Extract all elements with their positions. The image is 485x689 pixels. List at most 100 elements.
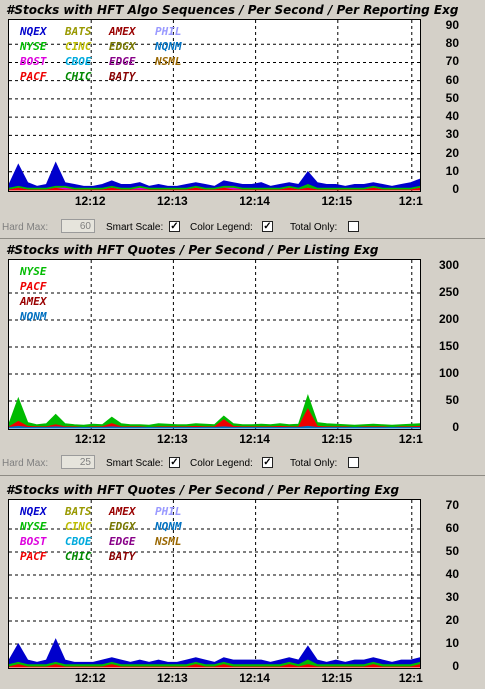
color-legend-checkbox[interactable]: ✓ <box>262 221 273 232</box>
legend-item-bats: BATS <box>65 25 92 38</box>
y-tick-label: 30 <box>445 590 459 604</box>
color-legend-label: Color Legend: <box>190 458 253 469</box>
legend-item-nyse: NYSE <box>20 265 47 278</box>
divider <box>0 238 485 239</box>
chart-panel-listing-exg: #Stocks with HFT Quotes / Per Second / P… <box>0 240 485 450</box>
x-tick-label: 12:15 <box>321 194 353 208</box>
y-tick-label: 10 <box>445 636 459 650</box>
legend-item-nqnm: NQNM <box>155 40 182 53</box>
x-tick-label: 12:13 <box>157 671 188 685</box>
y-tick-label: 70 <box>445 498 459 512</box>
legend-item-bost: BOST <box>20 535 47 548</box>
legend-item-nqex: NQEX <box>20 25 47 38</box>
chart-panel-reporting-exg: #Stocks with HFT Quotes / Per Second / P… <box>0 480 485 689</box>
legend-item-chic: CHIC <box>65 70 92 83</box>
chart-controls-2: Hard Max: 25 Smart Scale: ✓ Color Legend… <box>0 453 485 473</box>
total-only-label: Total Only: <box>290 458 338 469</box>
color-legend-label: Color Legend: <box>190 222 253 233</box>
y-tick-label: 40 <box>445 109 459 124</box>
x-tick-label: 12:14 <box>239 671 270 685</box>
legend-item-bats: BATS <box>65 505 92 518</box>
total-only-checkbox[interactable] <box>348 457 359 468</box>
legend-item-edge: EDGE <box>109 535 136 548</box>
legend-item-cboe: CBOE <box>65 55 92 68</box>
legend-item-pacf: PACF <box>20 550 47 563</box>
x-tick-label: 12:14 <box>239 432 270 446</box>
legend-item-nsml: NSML <box>155 55 182 68</box>
legend-item-phil: PHIL <box>155 25 182 38</box>
hard-max-label: Hard Max: <box>2 222 49 233</box>
y-tick-label: 250 <box>438 285 459 299</box>
legend-item-edgx: EDGX <box>109 520 136 533</box>
y-tick-label: 300 <box>438 258 459 272</box>
plot-area: NYSE PACF AMEX NQNM <box>8 259 421 430</box>
chart-title: #Stocks with HFT Algo Sequences / Per Se… <box>6 3 459 17</box>
legend-item-cinc: CINC <box>65 40 92 53</box>
legend-item-bost: BOST <box>20 55 47 68</box>
smart-scale-checkbox[interactable]: ✓ <box>169 221 180 232</box>
y-tick-label: 0 <box>452 420 459 434</box>
x-tick-label: 12:1 <box>398 671 423 685</box>
legend-item-nsml: NSML <box>155 535 182 548</box>
legend-item-edge: EDGE <box>109 55 136 68</box>
y-tick-label: 50 <box>445 544 459 558</box>
y-tick-label: 150 <box>438 339 459 353</box>
y-tick-label: 100 <box>438 366 459 380</box>
chart-svg <box>9 260 420 429</box>
legend-item-amex: AMEX <box>109 25 136 38</box>
x-tick-label: 12:1 <box>398 194 423 208</box>
legend-item-pacf: PACF <box>20 70 47 83</box>
x-tick-label: 12:15 <box>321 671 353 685</box>
x-tick-label: 12:12 <box>74 432 106 446</box>
legend-item-baty: BATY <box>109 550 136 563</box>
legend-item-nyse: NYSE <box>20 40 47 53</box>
x-tick-label: 12:13 <box>157 194 188 208</box>
x-tick-label: 12:12 <box>74 194 106 208</box>
color-legend-checkbox[interactable]: ✓ <box>262 457 273 468</box>
y-tick-label: 60 <box>445 521 459 535</box>
x-tick-label: 12:15 <box>321 432 353 446</box>
legend-item-edgx: EDGX <box>109 40 136 53</box>
series-area-nyse <box>9 394 420 429</box>
grid-lines <box>9 260 420 429</box>
y-tick-label: 30 <box>445 127 459 142</box>
y-tick-label: 40 <box>445 567 459 581</box>
chart-controls-1: Hard Max: 60 Smart Scale: ✓ Color Legend… <box>0 217 485 237</box>
legend-item-amex: AMEX <box>109 505 136 518</box>
y-tick-label: 0 <box>452 659 459 673</box>
y-tick-label: 80 <box>445 36 459 51</box>
legend-item-chic: CHIC <box>65 550 92 563</box>
legend-item-nyse: NYSE <box>20 520 47 533</box>
y-tick-label: 0 <box>452 182 459 196</box>
y-tick-label: 90 <box>445 18 459 32</box>
y-tick-label: 20 <box>445 145 459 160</box>
legend-item-pacf: PACF <box>20 280 47 293</box>
y-tick-label: 10 <box>445 163 459 178</box>
total-only-checkbox[interactable] <box>348 221 359 232</box>
x-tick-label: 12:14 <box>239 194 270 208</box>
x-tick-label: 12:12 <box>74 671 106 685</box>
y-tick-label: 20 <box>445 613 459 627</box>
legend-item-cboe: CBOE <box>65 535 92 548</box>
chart-panel-algo-sequences: #Stocks with HFT Algo Sequences / Per Se… <box>0 0 485 213</box>
divider <box>0 475 485 476</box>
legend-item-amex: AMEX <box>20 295 47 308</box>
y-tick-label: 70 <box>445 54 459 69</box>
legend-item-phil: PHIL <box>155 505 182 518</box>
hard-max-label: Hard Max: <box>2 458 49 469</box>
y-tick-label: 50 <box>445 90 459 105</box>
hard-max-input[interactable]: 25 <box>61 455 95 469</box>
smart-scale-label: Smart Scale: <box>106 222 164 233</box>
smart-scale-checkbox[interactable]: ✓ <box>169 457 180 468</box>
y-tick-label: 50 <box>445 393 459 407</box>
plot-area: NQEX BATS AMEX PHIL NYSE CINC EDGX NQNM BOST CBOE… <box>8 19 421 192</box>
y-tick-label: 60 <box>445 72 459 87</box>
y-tick-label: 200 <box>438 312 459 326</box>
total-only-label: Total Only: <box>290 222 338 233</box>
hard-max-input[interactable]: 60 <box>61 219 95 233</box>
legend-item-cinc: CINC <box>65 520 92 533</box>
legend-item-nqnm: NQNM <box>20 310 47 323</box>
plot-area: NQEX BATS AMEX PHIL NYSE CINC EDGX NQNM BOST CBOE… <box>8 499 421 669</box>
smart-scale-label: Smart Scale: <box>106 458 164 469</box>
legend-item-nqnm: NQNM <box>155 520 182 533</box>
